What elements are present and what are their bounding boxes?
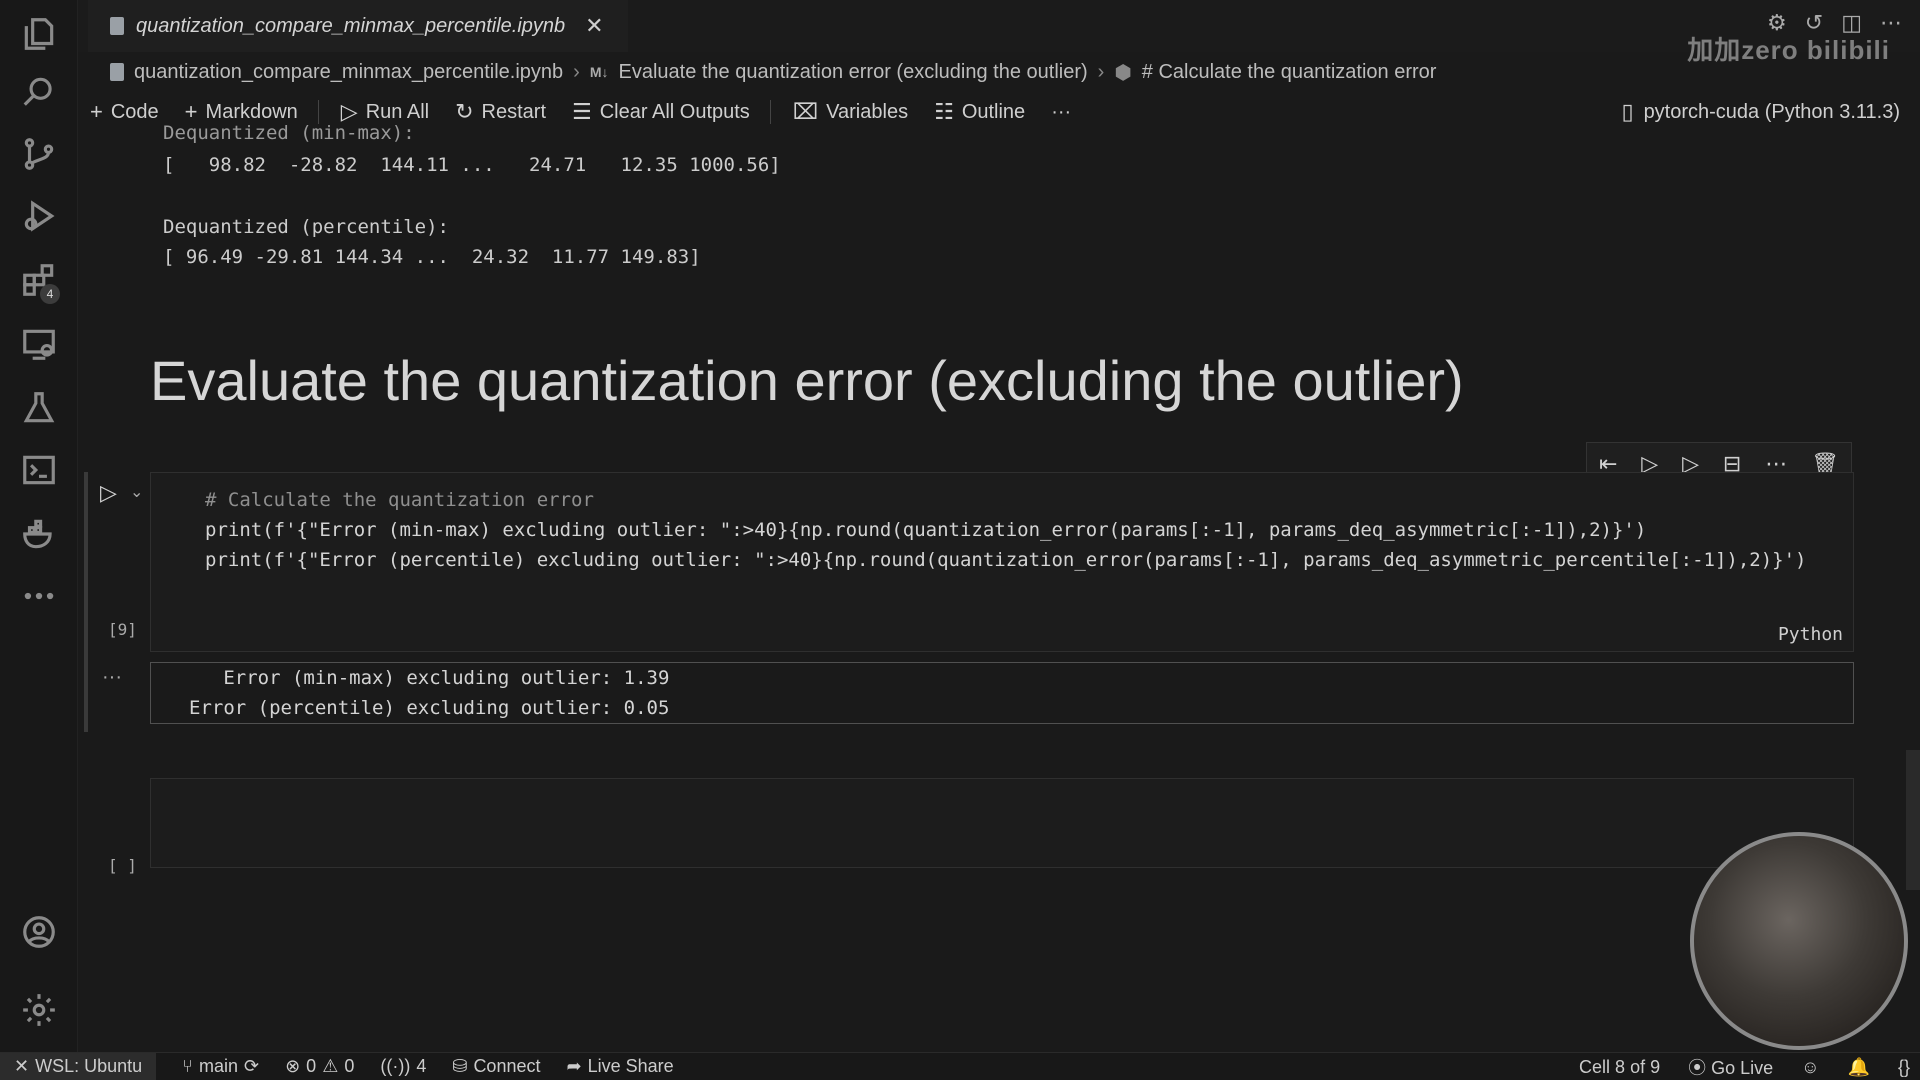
run-debug-icon[interactable] [0,186,78,246]
empty-code-cell[interactable] [150,778,1854,868]
go-live-button[interactable]: ⦿ Go Live [1688,1054,1773,1080]
output-line: Error (min-max) excluding outlier: 1.39 [189,667,670,689]
output-line: Error (percentile) excluding outlier: 0.… [189,697,670,719]
git-branch-icon: ⑂ [182,1056,193,1076]
plus-icon: + [90,99,103,124]
empty-cell-execution-count: [ ] [108,856,137,875]
status-bar-right: Cell 8 of 9 ⦿ Go Live ☺ 🔔 {} [1579,1053,1910,1080]
markdown-heading: Evaluate the quantization error (excludi… [150,349,1464,412]
cell-focus-bar [84,472,88,732]
outline-icon: ☷ [934,99,954,124]
extensions-icon[interactable]: 4 [0,250,78,310]
live-share-button[interactable]: ➦ Live Share [566,1056,673,1077]
notebook-file-icon [110,63,124,81]
kernel-picker[interactable]: ▯ pytorch-cuda (Python 3.11.3) [1621,96,1900,128]
copilot-icon[interactable]: ☺ [1801,1057,1819,1078]
ports-indicator[interactable]: ((·)) 4 [380,1056,426,1077]
restart-icon: ↻ [455,99,474,124]
more-views-icon[interactable] [0,566,78,626]
toolbar-more-button[interactable]: ··· [1051,101,1071,124]
python-icon: ⬢ [1114,61,1132,84]
cell-output: Error (min-max) excluding outlier: 1.39 … [150,662,1854,724]
prev-output-line: [ 96.49 -29.81 144.34 ... 24.32 11.77 14… [163,246,701,268]
search-icon[interactable] [0,62,78,122]
variables-icon: ⌧ [792,99,819,124]
breadcrumb-cell[interactable]: # Calculate the quantization error [1142,61,1437,84]
activity-bar: 4 [0,0,78,1052]
warning-icon: ⚠ [322,1056,339,1076]
run-cell-icon[interactable]: ▷ [100,480,117,506]
notebook-file-icon [110,17,124,35]
notifications-bell-icon[interactable]: 🔔 [1848,1057,1870,1078]
notebook-body: Dequantized (min-max): [ 98.82 -28.82 14… [78,122,1920,1052]
tab-close-icon[interactable]: ✕ [585,13,603,39]
execution-count: [9] [108,620,137,639]
braces-icon[interactable]: {} [1898,1057,1910,1078]
chevron-down-icon[interactable]: ⌄ [130,482,143,502]
cell-language-label[interactable]: Python [1778,624,1843,645]
variables-button[interactable]: ⌧ Variables [793,99,908,125]
broadcast-icon: ((·)) [380,1056,411,1076]
source-control-icon[interactable] [0,124,78,184]
output-more-icon[interactable]: ··· [102,666,122,689]
add-code-button[interactable]: + Code [90,99,159,125]
notebook-tab[interactable]: quantization_compare_minmax_percentile.i… [88,0,628,52]
code-line: print(f'{"Error (min-max) excluding outl… [205,519,1647,541]
database-icon: ⛁ [452,1056,468,1076]
prev-output-line: [ 98.82 -28.82 144.11 ... 24.71 12.35 10… [163,154,781,176]
testing-icon[interactable] [0,378,78,438]
scrollbar-thumb[interactable] [1906,750,1920,890]
clear-outputs-icon: ☰ [572,99,592,124]
live-share-icon: ➦ [566,1056,582,1076]
webcam-overlay [1690,832,1908,1050]
editor-tab-bar: quantization_compare_minmax_percentile.i… [78,0,1920,65]
watermark: 加加zero bilibili [1687,35,1890,65]
breadcrumb-file[interactable]: quantization_compare_minmax_percentile.i… [134,61,563,84]
sync-icon: ⟳ [243,1056,260,1076]
remote-indicator[interactable]: ✕ WSL: Ubuntu [0,1052,157,1080]
prev-output-line: Dequantized (percentile): [163,216,449,238]
settings-gear-icon[interactable] [0,980,78,1040]
toolbar-divider [317,100,319,124]
accounts-icon[interactable] [0,902,78,962]
extensions-badge: 4 [40,284,60,304]
markdown-icon: M↓ [589,64,609,80]
clear-all-outputs-button[interactable]: ☰ Clear All Outputs [572,99,750,125]
problems-indicator[interactable]: ⊗ 0 ⚠ 0 [285,1056,354,1077]
explorer-icon[interactable] [0,4,78,64]
remote-icon: ✕ [14,1056,30,1076]
branch-indicator[interactable]: ⑂ main ⟳ [182,1056,259,1077]
connect-button[interactable]: ⛁ Connect [452,1056,540,1077]
prev-output-line: Dequantized (min-max): [163,122,415,144]
tab-title: quantization_compare_minmax_percentile.i… [136,14,566,37]
chevron-right-icon: › [1097,60,1105,83]
code-cell[interactable]: # Calculate the quantization error print… [150,472,1854,652]
chevron-right-icon: › [573,60,580,83]
breadcrumb: quantization_compare_minmax_percentile.i… [110,58,1436,86]
docker-icon[interactable] [0,504,78,564]
breadcrumb-section[interactable]: Evaluate the quantization error (excludi… [618,61,1087,84]
error-icon: ⊗ [285,1056,301,1076]
outline-button[interactable]: ☷ Outline [934,99,1025,125]
remote-explorer-icon[interactable] [0,314,78,374]
cell-position[interactable]: Cell 8 of 9 [1579,1057,1660,1078]
code-comment: # Calculate the quantization error [205,489,594,511]
toolbar-divider [769,100,771,124]
kernel-label: pytorch-cuda (Python 3.11.3) [1643,100,1900,123]
code-line: print(f'{"Error (percentile) excluding o… [205,549,1807,571]
restart-button[interactable]: ↻ Restart [455,99,546,125]
status-bar: ✕ WSL: Ubuntu ⑂ main ⟳ ⊗ 0 ⚠ 0 ((·)) 4 ⛁… [0,1052,1920,1080]
kernel-icon: ▯ [1621,99,1634,124]
terminal-icon[interactable] [0,440,78,500]
